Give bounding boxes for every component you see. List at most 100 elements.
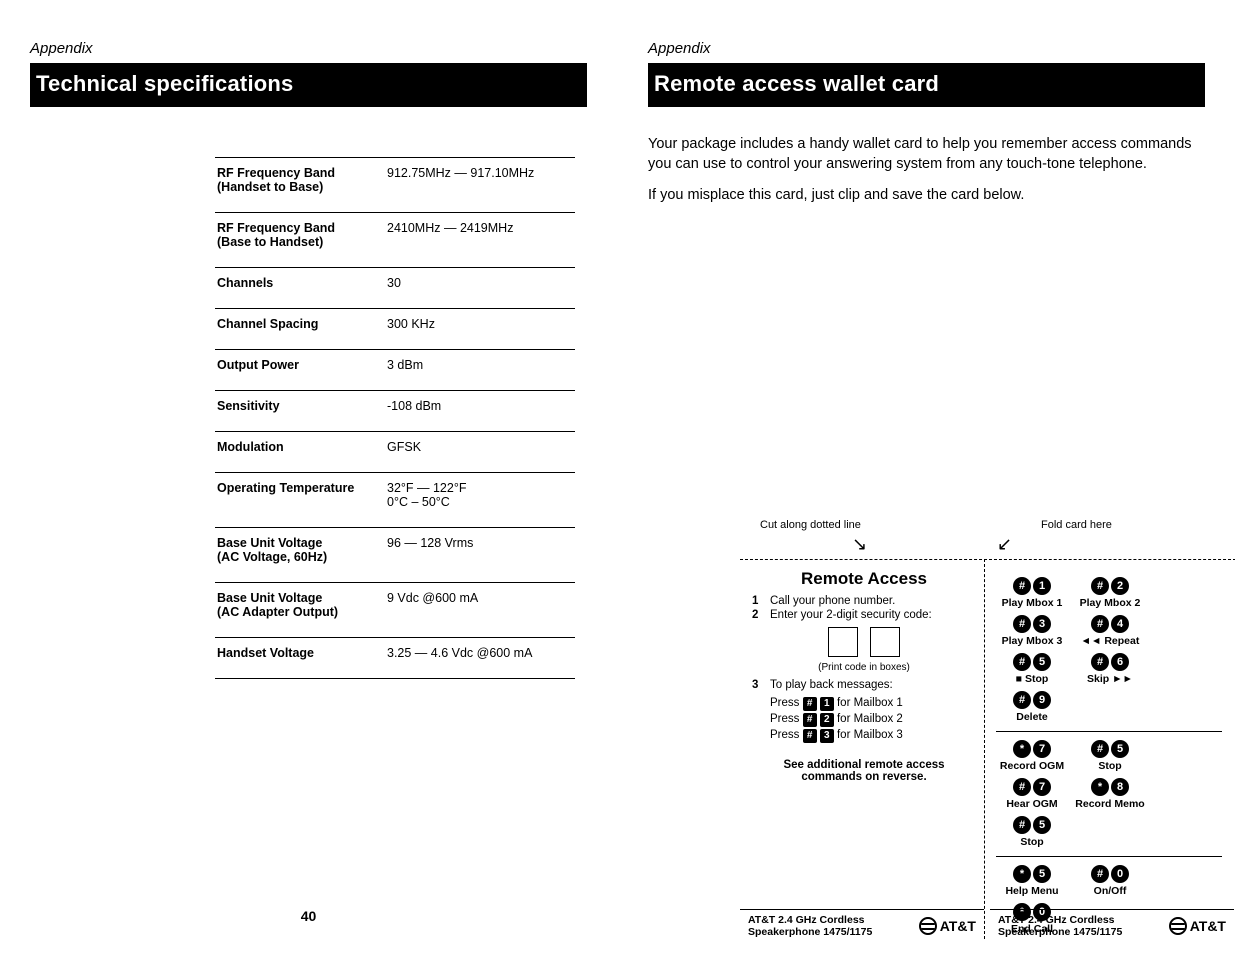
table-row: Channel Spacing300 KHz bbox=[215, 309, 575, 350]
command-item: *8Record Memo bbox=[1074, 778, 1146, 810]
command-item: *7Record OGM bbox=[996, 740, 1068, 772]
command-label: Help Menu bbox=[996, 885, 1068, 897]
command-item: #5Stop bbox=[996, 816, 1068, 848]
command-item: #4◄◄ Repeat bbox=[1074, 615, 1146, 647]
command-label: Record OGM bbox=[996, 760, 1068, 772]
command-label: On/Off bbox=[1074, 885, 1146, 897]
playback-item: Press # 3 for Mailbox 3 bbox=[770, 729, 976, 743]
att-logo: AT&T bbox=[919, 917, 976, 935]
step-item: 2Enter your 2-digit security code: bbox=[752, 609, 976, 621]
command-label: Stop bbox=[1074, 760, 1146, 772]
key-icon: # bbox=[1013, 816, 1031, 834]
specifications-table: RF Frequency Band (Handset to Base)912.7… bbox=[215, 157, 575, 679]
table-row: Operating Temperature32°F — 122°F 0°C – … bbox=[215, 473, 575, 528]
digit-icon: 2 bbox=[820, 713, 834, 727]
card-front-panel: Remote Access 1Call your phone number. 2… bbox=[740, 559, 984, 783]
key-icon: 6 bbox=[1111, 653, 1129, 671]
cut-line-hint: Cut along dotted line bbox=[760, 519, 861, 531]
spec-label: Channels bbox=[215, 268, 385, 309]
key-icon: 8 bbox=[1111, 778, 1129, 796]
spec-value: 32°F — 122°F 0°C – 50°C bbox=[385, 473, 575, 528]
spec-label: Sensitivity bbox=[215, 391, 385, 432]
globe-icon bbox=[1169, 917, 1187, 935]
playback-item: Press # 2 for Mailbox 2 bbox=[770, 713, 976, 727]
key-icon: # bbox=[1091, 615, 1109, 633]
command-label: Play Mbox 1 bbox=[996, 597, 1068, 609]
key-icon: # bbox=[1013, 778, 1031, 796]
command-label: Delete bbox=[996, 711, 1068, 723]
step-item: 1Call your phone number. bbox=[752, 595, 976, 607]
command-group: #1Play Mbox 1 #2Play Mbox 2 #3Play Mbox … bbox=[996, 569, 1222, 729]
key-icon: 2 bbox=[1111, 577, 1129, 595]
command-item: #7Hear OGM bbox=[996, 778, 1068, 810]
spec-label: Handset Voltage bbox=[215, 638, 385, 679]
playback-suffix: for Mailbox 2 bbox=[834, 713, 903, 725]
key-icon: # bbox=[1013, 653, 1031, 671]
playback-suffix: for Mailbox 3 bbox=[834, 729, 903, 741]
key-icon: 1 bbox=[1033, 577, 1051, 595]
spec-label: RF Frequency Band (Base to Handset) bbox=[215, 213, 385, 268]
table-row: Output Power3 dBm bbox=[215, 350, 575, 391]
card-footer-left: AT&T 2.4 GHz Cordless Speakerphone 1475/… bbox=[740, 909, 984, 942]
command-item: #0On/Off bbox=[1074, 865, 1146, 897]
spec-value: 96 — 128 Vrms bbox=[385, 528, 575, 583]
step-text: Enter your 2-digit security code: bbox=[770, 609, 932, 621]
instruction-steps: 3To play back messages: bbox=[752, 679, 976, 691]
dotted-fold-line bbox=[984, 559, 985, 939]
playback-suffix: for Mailbox 1 bbox=[834, 697, 903, 709]
fold-line-hint: Fold card here bbox=[1041, 519, 1112, 531]
key-icon: 9 bbox=[1033, 691, 1051, 709]
manual-page-left: Appendix Technical specifications RF Fre… bbox=[0, 0, 617, 954]
table-row: Base Unit Voltage (AC Adapter Output)9 V… bbox=[215, 583, 575, 638]
brand-text: AT&T bbox=[940, 918, 976, 934]
product-name: AT&T 2.4 GHz Cordless Speakerphone 1475/… bbox=[748, 914, 872, 938]
command-label: ■ Stop bbox=[996, 673, 1068, 685]
playback-item: Press # 1 for Mailbox 1 bbox=[770, 697, 976, 711]
table-row: Sensitivity-108 dBm bbox=[215, 391, 575, 432]
paragraph: If you misplace this card, just clip and… bbox=[648, 186, 1205, 206]
globe-icon bbox=[919, 917, 937, 935]
spec-value: 912.75MHz — 917.10MHz bbox=[385, 158, 575, 213]
spec-value: 2410MHz — 2419MHz bbox=[385, 213, 575, 268]
spec-label: Output Power bbox=[215, 350, 385, 391]
paragraph: Your package includes a handy wallet car… bbox=[648, 135, 1205, 174]
playback-prefix: Press bbox=[770, 729, 803, 741]
table-row: RF Frequency Band (Base to Handset)2410M… bbox=[215, 213, 575, 268]
digit-icon: 1 bbox=[820, 697, 834, 711]
key-icon: 5 bbox=[1033, 865, 1051, 883]
command-label: Skip ►► bbox=[1074, 673, 1146, 685]
section-title: Remote access wallet card bbox=[648, 63, 1205, 107]
card-footer-right: AT&T 2.4 GHz Cordless Speakerphone 1475/… bbox=[990, 909, 1234, 942]
body-text: Your package includes a handy wallet car… bbox=[648, 135, 1205, 206]
key-icon: 3 bbox=[1033, 615, 1051, 633]
key-icon: * bbox=[1013, 865, 1031, 883]
spec-label: Base Unit Voltage (AC Voltage, 60Hz) bbox=[215, 528, 385, 583]
command-group: *7Record OGM #5Stop #7Hear OGM *8Record … bbox=[996, 731, 1222, 854]
key-icon: # bbox=[1013, 615, 1031, 633]
playback-prefix: Press bbox=[770, 713, 803, 725]
key-icon: 5 bbox=[1033, 653, 1051, 671]
spec-label: Channel Spacing bbox=[215, 309, 385, 350]
spec-value: 300 KHz bbox=[385, 309, 575, 350]
spec-value: GFSK bbox=[385, 432, 575, 473]
spec-value: 30 bbox=[385, 268, 575, 309]
key-icon: * bbox=[1091, 778, 1109, 796]
spec-label: Operating Temperature bbox=[215, 473, 385, 528]
section-title: Technical specifications bbox=[30, 63, 587, 107]
table-row: Base Unit Voltage (AC Voltage, 60Hz)96 —… bbox=[215, 528, 575, 583]
page-number: 40 bbox=[301, 908, 317, 924]
spec-value: 3 dBm bbox=[385, 350, 575, 391]
wallet-card: Cut along dotted line Fold card here ↘ ↘… bbox=[740, 519, 1235, 954]
table-row: ModulationGFSK bbox=[215, 432, 575, 473]
step-text: To play back messages: bbox=[770, 679, 893, 691]
step-text: Call your phone number. bbox=[770, 595, 895, 607]
spec-label: RF Frequency Band (Handset to Base) bbox=[215, 158, 385, 213]
command-item: #9Delete bbox=[996, 691, 1068, 723]
key-icon: # bbox=[1091, 577, 1109, 595]
command-item: #5Stop bbox=[1074, 740, 1146, 772]
command-item: #3Play Mbox 3 bbox=[996, 615, 1068, 647]
key-icon: 0 bbox=[1111, 865, 1129, 883]
spec-label: Modulation bbox=[215, 432, 385, 473]
pound-icon: # bbox=[803, 729, 817, 743]
card-commands-panel: #1Play Mbox 1 #2Play Mbox 2 #3Play Mbox … bbox=[990, 559, 1230, 943]
